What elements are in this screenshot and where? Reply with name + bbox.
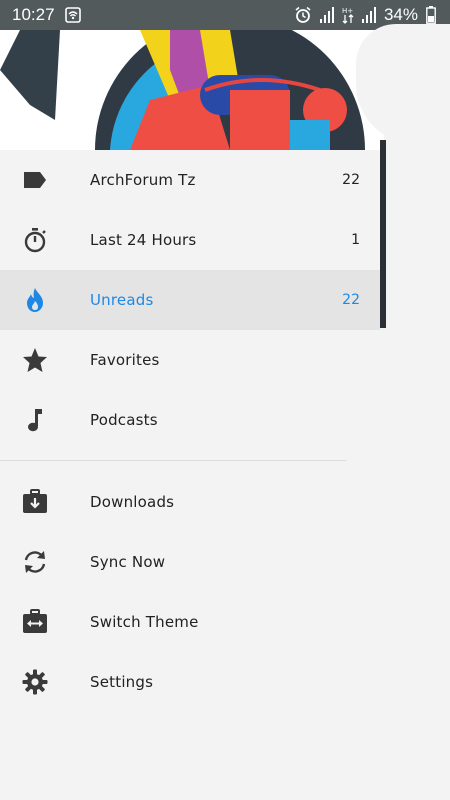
label-tag-icon [22,167,48,193]
drawer-item-archforum[interactable]: ArchForum Tz 22 [0,150,380,210]
background-content-strip [380,140,386,328]
drawer-item-switch-theme[interactable]: Switch Theme [0,592,380,652]
drawer-item-count: 1 [351,232,360,248]
drawer-secondary-list: Downloads Sync Now Switch Theme Settings [0,472,380,712]
stopwatch-icon [22,227,48,253]
drawer-primary-list: ArchForum Tz 22 Last 24 Hours 1 Unreads … [0,150,380,450]
drawer-item-settings[interactable]: Settings [0,652,380,712]
drawer-item-label: Downloads [90,493,175,511]
drawer-item-label: Podcasts [90,411,158,429]
switch-box-icon [22,609,48,635]
flame-icon [22,287,48,313]
drawer-item-podcasts[interactable]: Podcasts [0,390,380,450]
gear-icon [22,669,48,695]
svg-text:H+: H+ [342,7,353,15]
drawer-header-image [0,30,384,150]
drawer-item-label: Unreads [90,291,154,309]
data-arrows-icon: H+ [342,6,354,24]
drawer-item-label: ArchForum Tz [90,171,196,189]
star-icon [22,347,48,373]
drawer-item-label: Favorites [90,351,160,369]
wifi-call-icon [64,7,81,23]
music-note-icon [22,407,48,433]
drawer-item-label: Sync Now [90,553,166,571]
clock: 10:27 [12,5,55,24]
sync-icon [22,549,48,575]
drawer-item-label: Switch Theme [90,613,199,631]
alarm-icon [294,6,312,24]
drawer-item-sync-now[interactable]: Sync Now [0,532,380,592]
battery-icon [426,6,436,24]
signal-1-icon [319,7,334,23]
drawer-item-label: Last 24 Hours [90,231,197,249]
signal-2-icon [361,7,376,23]
drawer-item-unreads[interactable]: Unreads 22 [0,270,380,330]
drawer-item-label: Settings [90,673,154,691]
drawer-divider [0,460,346,461]
drawer-item-favorites[interactable]: Favorites [0,330,380,390]
drawer-item-count: 22 [342,292,360,308]
download-box-icon [22,489,48,515]
drawer-item-count: 22 [342,172,360,188]
drawer-item-downloads[interactable]: Downloads [0,472,380,532]
drawer-item-last-24-hours[interactable]: Last 24 Hours 1 [0,210,380,270]
battery-percent: 34% [383,5,418,24]
